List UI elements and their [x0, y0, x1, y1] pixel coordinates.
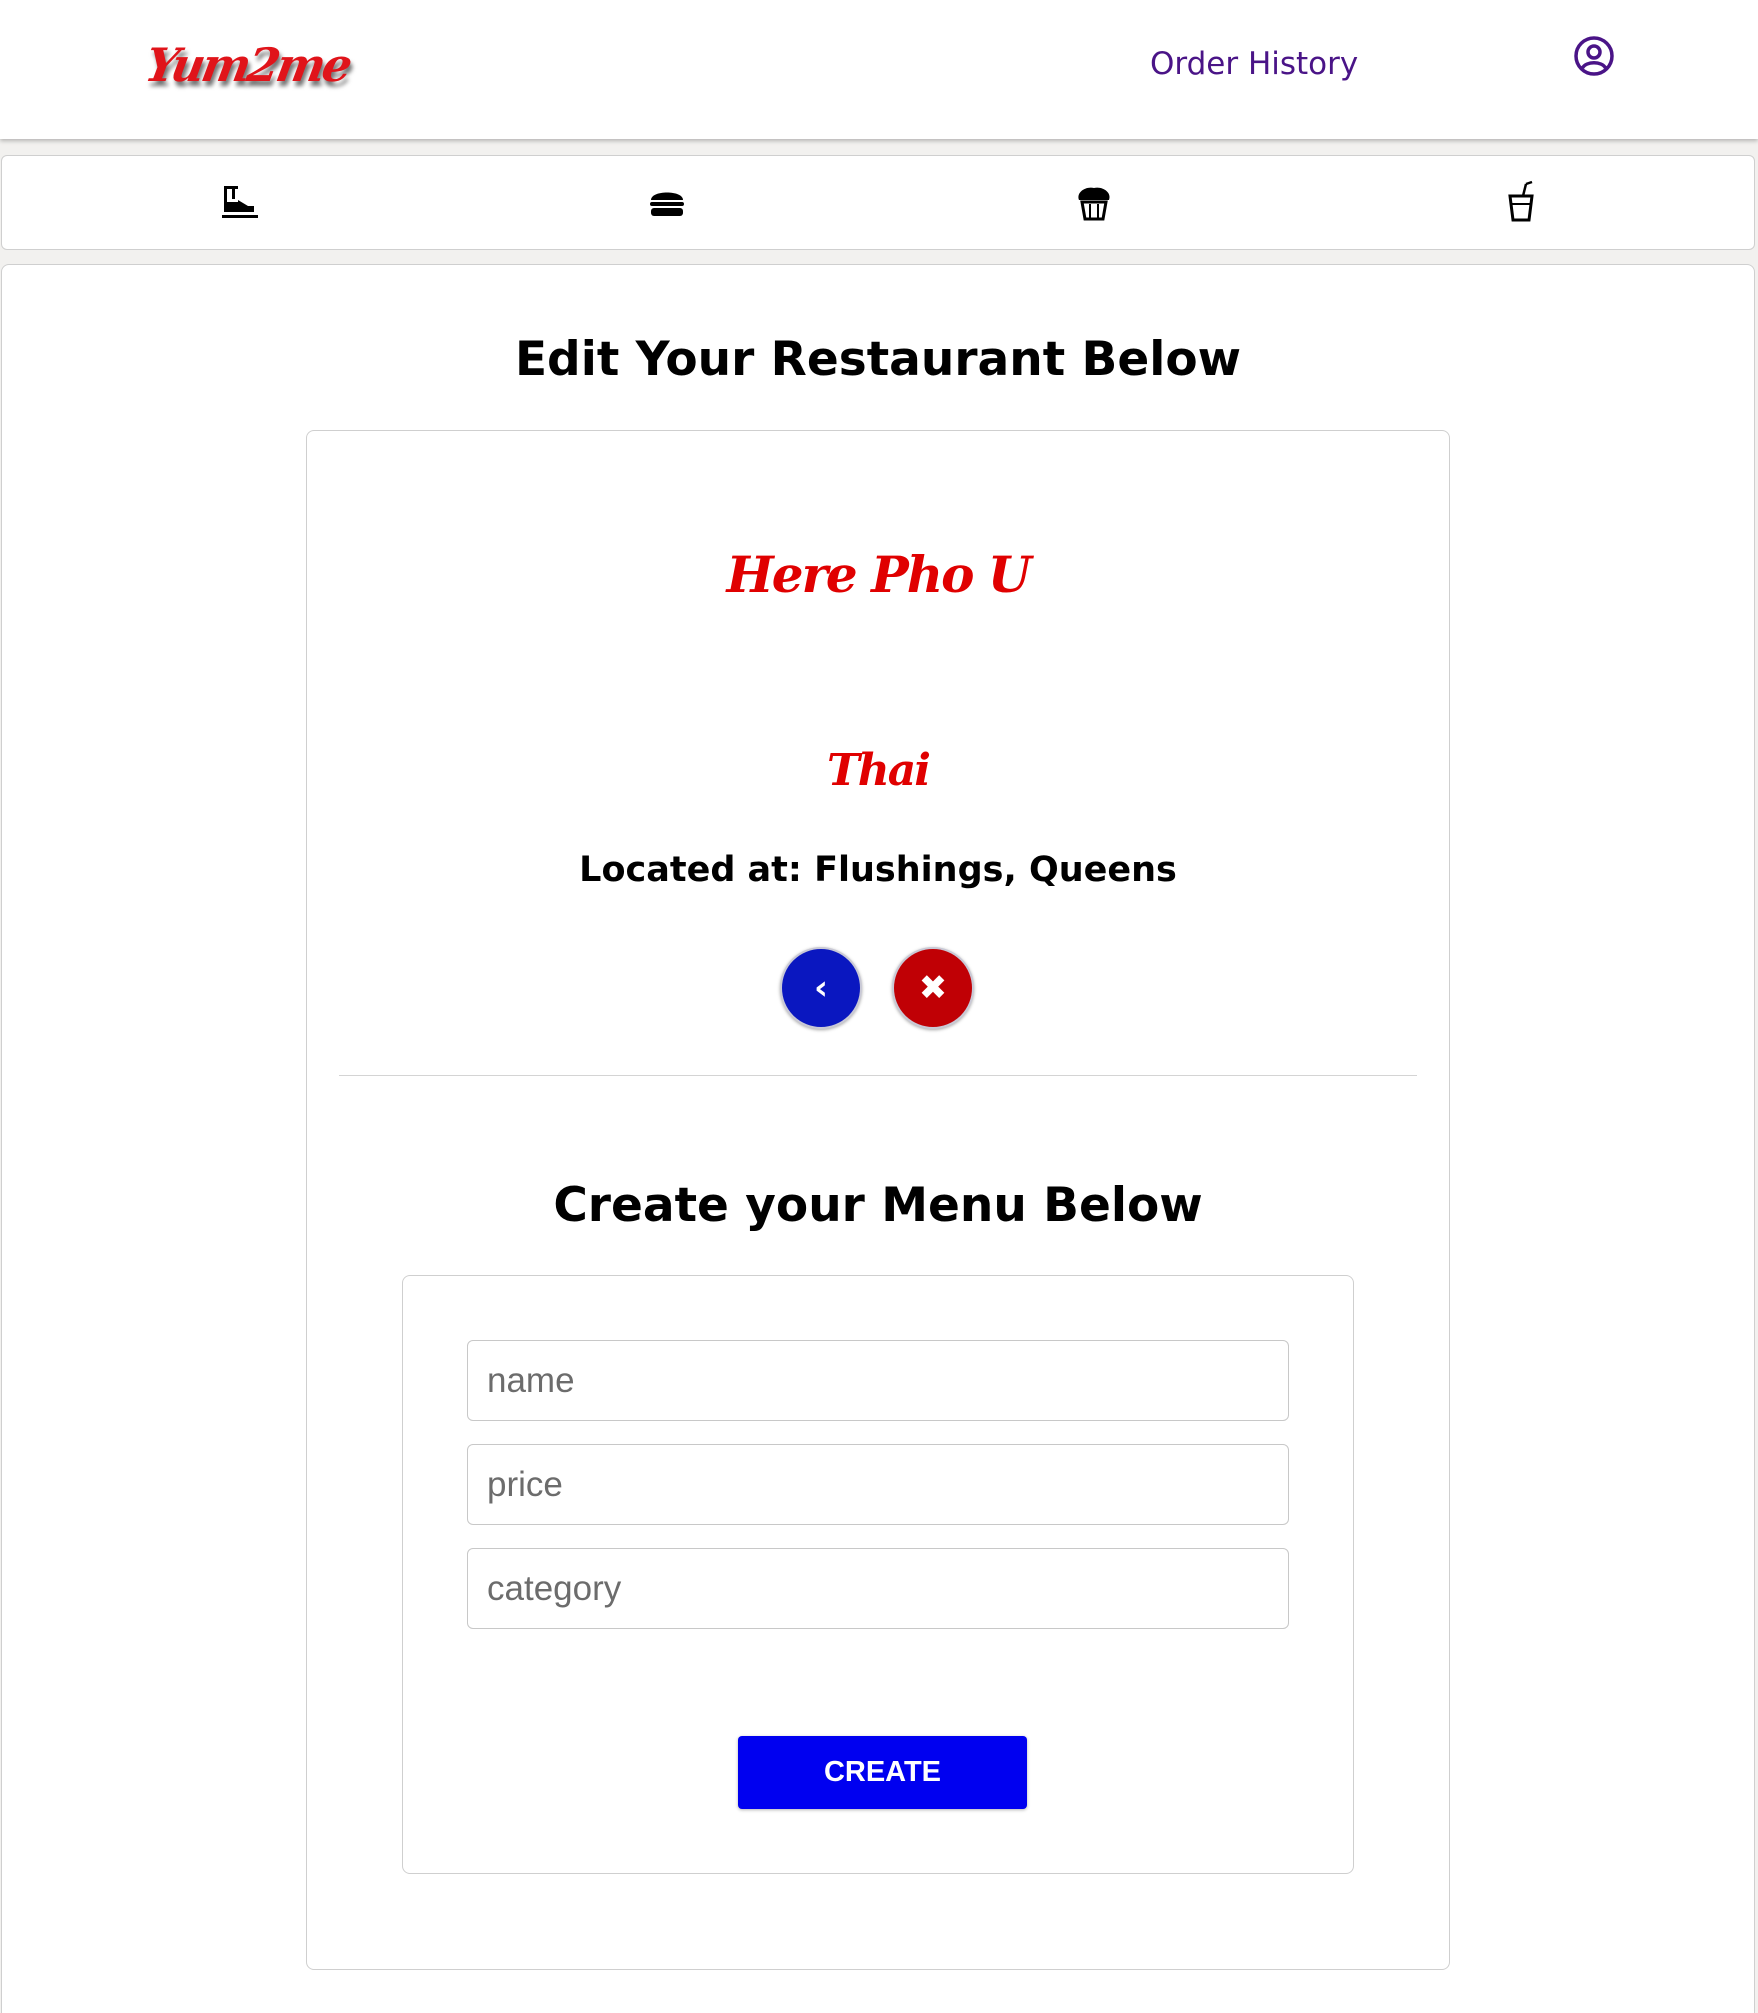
noodle-bowl-icon[interactable]	[218, 180, 262, 224]
order-history-link[interactable]: Order History	[1150, 46, 1358, 82]
section-divider	[339, 1075, 1417, 1076]
menu-section-title: Create your Menu Below	[553, 1178, 1203, 1233]
cupcake-icon[interactable]	[1072, 180, 1116, 224]
restaurant-location: Located at: Flushings, Queens	[579, 850, 1177, 890]
page-title: Edit Your Restaurant Below	[514, 332, 1242, 387]
top-navbar: Yum2me Order History	[0, 0, 1758, 139]
brand-logo[interactable]: Yum2me	[141, 38, 353, 92]
restaurant-cuisine: Thai	[827, 745, 931, 796]
burger-icon[interactable]	[645, 180, 689, 224]
back-button[interactable]: ‹	[780, 947, 862, 1029]
category-bar	[1, 155, 1755, 250]
user-circle-icon[interactable]	[1573, 35, 1615, 77]
drink-cup-icon[interactable]	[1499, 180, 1543, 224]
menu-item-category-input[interactable]	[467, 1548, 1289, 1629]
create-button[interactable]: CREATE	[738, 1736, 1027, 1809]
menu-item-name-input[interactable]	[467, 1340, 1289, 1421]
restaurant-name: Here Pho U	[726, 545, 1032, 604]
menu-item-price-input[interactable]	[467, 1444, 1289, 1525]
close-icon: ✖	[918, 968, 948, 1008]
chevron-left-icon: ‹	[813, 968, 828, 1008]
delete-button[interactable]: ✖	[892, 947, 974, 1029]
